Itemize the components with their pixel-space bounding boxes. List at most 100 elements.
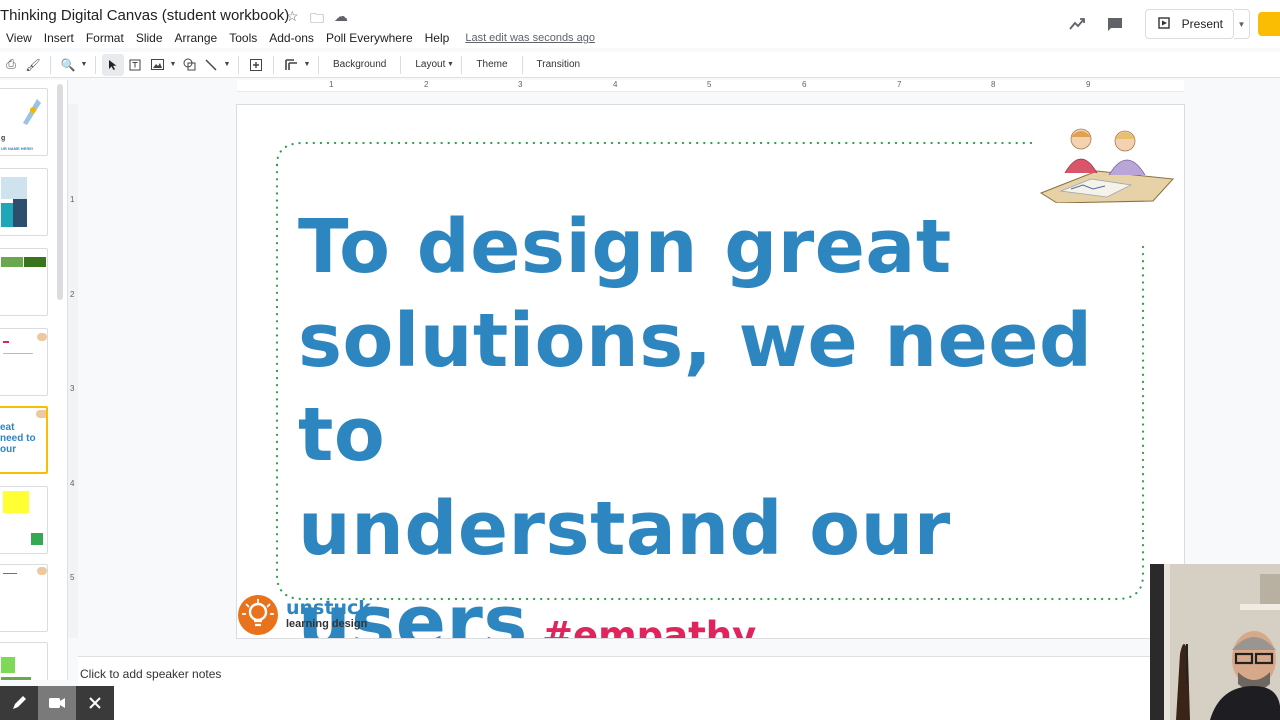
cloud-saved-icon[interactable]: ☁ <box>334 8 348 25</box>
text-box-icon[interactable] <box>124 54 146 76</box>
transition-button[interactable]: Transition <box>529 59 589 70</box>
menu-tools[interactable]: Tools <box>223 31 263 45</box>
thumbnail-8-block <box>1 657 15 673</box>
ruler-mark: 5 <box>707 80 712 89</box>
line-icon[interactable] <box>200 54 222 76</box>
slide-thumbnail-6[interactable] <box>0 486 48 554</box>
zoom-dropdown-icon[interactable]: ▼ <box>79 54 89 76</box>
ruler-mark: 4 <box>613 80 618 89</box>
toolbar-divider <box>50 55 51 74</box>
layout-dropdown-icon[interactable]: ▼ <box>445 54 455 76</box>
slide-thumbnail-2[interactable] <box>0 168 48 236</box>
pen-icon[interactable] <box>0 686 38 720</box>
star-icon[interactable]: ☆ <box>286 8 299 25</box>
slide-canvas[interactable]: To design great solutions, we need to un… <box>237 105 1184 638</box>
menu-insert[interactable]: Insert <box>38 31 80 45</box>
rocket-icon <box>23 99 41 125</box>
present-dropdown-icon[interactable]: ▼ <box>1234 9 1250 39</box>
slide-thumbnail-5[interactable]: eat need to our <box>0 406 48 474</box>
filmstrip-scrollbar[interactable] <box>57 84 63 300</box>
thumbnail-4-illustration <box>37 333 47 341</box>
slide-filmstrip: g UR NAME HERE! eat need to our <box>0 80 68 680</box>
speaker-notes-placeholder[interactable]: Click to add speaker notes <box>80 667 221 681</box>
headline-line-3: understand our <box>298 486 951 572</box>
menu-poll-everywhere[interactable]: Poll Everywhere <box>320 31 419 45</box>
toolbar-divider <box>318 55 319 74</box>
slide-thumbnail-1[interactable]: g UR NAME HERE! <box>0 88 48 156</box>
insert-special-icon[interactable] <box>280 54 302 76</box>
present-label: Present <box>1181 17 1223 31</box>
menu-slide[interactable]: Slide <box>130 31 169 45</box>
toolbar-divider <box>238 55 239 74</box>
new-comment-icon[interactable] <box>245 54 267 76</box>
title-bar: Thinking Digital Canvas (student workboo… <box>0 0 1280 48</box>
thumbnail-4-line <box>3 353 33 354</box>
thumbnail-5-illustration <box>36 410 46 418</box>
ruler-mark: 2 <box>70 290 75 299</box>
layout-button[interactable]: Layout <box>407 59 445 70</box>
print-icon[interactable]: ⎙ <box>0 54 22 76</box>
thumbnail-8-block <box>1 677 31 680</box>
last-edit-link[interactable]: Last edit was seconds ago <box>465 32 595 44</box>
slide-thumbnail-3[interactable] <box>0 248 48 316</box>
slide-thumbnail-7[interactable] <box>0 564 48 632</box>
present-button[interactable]: Present <box>1144 9 1234 39</box>
sticky-note-graphic <box>3 491 29 513</box>
document-title[interactable]: Thinking Digital Canvas (student workboo… <box>0 7 289 24</box>
theme-button[interactable]: Theme <box>468 59 515 70</box>
ruler-mark: 1 <box>70 195 75 204</box>
menu-arrange[interactable]: Arrange <box>169 31 224 45</box>
logo-title: unstuck <box>286 597 371 619</box>
thumbnail-2-block <box>1 203 13 227</box>
insert-special-dropdown-icon[interactable]: ▼ <box>302 54 312 76</box>
thumbnail-7-illustration <box>37 567 47 575</box>
toolbar-divider <box>400 55 402 74</box>
select-cursor-icon[interactable] <box>102 53 124 76</box>
speaker-notes[interactable]: Click to add speaker notes <box>78 656 1150 720</box>
thumbnail-7-line <box>3 573 17 574</box>
move-folder-icon[interactable]: 🗀 <box>310 8 324 32</box>
lightbulb-logo-icon <box>238 595 278 635</box>
thumbnail-2-graphic <box>1 177 27 199</box>
shape-icon[interactable] <box>178 54 200 76</box>
menu-bar: View Insert Format Slide Arrange Tools A… <box>0 30 595 46</box>
slide-thumbnail-8[interactable] <box>0 642 48 680</box>
menu-view[interactable]: View <box>0 31 38 45</box>
present-icon <box>1157 16 1170 32</box>
top-right-actions: Present ▼ <box>1061 8 1280 40</box>
close-icon[interactable] <box>76 686 114 720</box>
headline-line-1: To design great <box>298 204 952 290</box>
zoom-icon[interactable]: 🔍 <box>57 54 79 76</box>
line-dropdown-icon[interactable]: ▼ <box>222 54 232 76</box>
thumbnail-1-text: UR NAME HERE! <box>1 146 34 151</box>
children-drawing-illustration <box>1039 128 1175 203</box>
thumbnail-6-block <box>31 533 43 545</box>
slide-headline[interactable]: To design great solutions, we need to un… <box>298 200 1148 638</box>
ruler-mark: 3 <box>70 384 75 393</box>
ruler-mark: 2 <box>424 80 429 89</box>
thumbnail-3-header <box>1 257 23 267</box>
slide-thumbnail-4[interactable] <box>0 328 48 396</box>
menu-help[interactable]: Help <box>419 31 456 45</box>
image-dropdown-icon[interactable]: ▼ <box>168 54 178 76</box>
empathy-hashtag: #empathy <box>541 614 757 638</box>
ruler-mark: 1 <box>329 80 334 89</box>
menu-format[interactable]: Format <box>80 31 130 45</box>
headline-line-4: users #empathy <box>298 576 1148 638</box>
thumbnail-3-header <box>24 257 46 267</box>
ruler-mark: 8 <box>991 80 996 89</box>
camera-icon[interactable] <box>38 686 76 720</box>
share-button[interactable] <box>1258 12 1280 36</box>
horizontal-ruler: 1 2 3 4 5 6 7 8 9 <box>237 80 1184 92</box>
paint-format-icon[interactable]: 🖌 <box>22 54 44 76</box>
ruler-mark: 4 <box>70 479 75 488</box>
ruler-mark: 9 <box>1086 80 1091 89</box>
toolbar-divider <box>273 55 274 74</box>
menu-add-ons[interactable]: Add-ons <box>263 31 320 45</box>
comment-icon[interactable] <box>1099 8 1131 40</box>
activity-trend-icon[interactable] <box>1061 8 1093 40</box>
headline-line-2: solutions, we need to <box>298 298 1093 478</box>
background-button[interactable]: Background <box>325 59 394 70</box>
image-icon[interactable] <box>146 54 168 76</box>
toolbar-divider <box>521 55 523 74</box>
